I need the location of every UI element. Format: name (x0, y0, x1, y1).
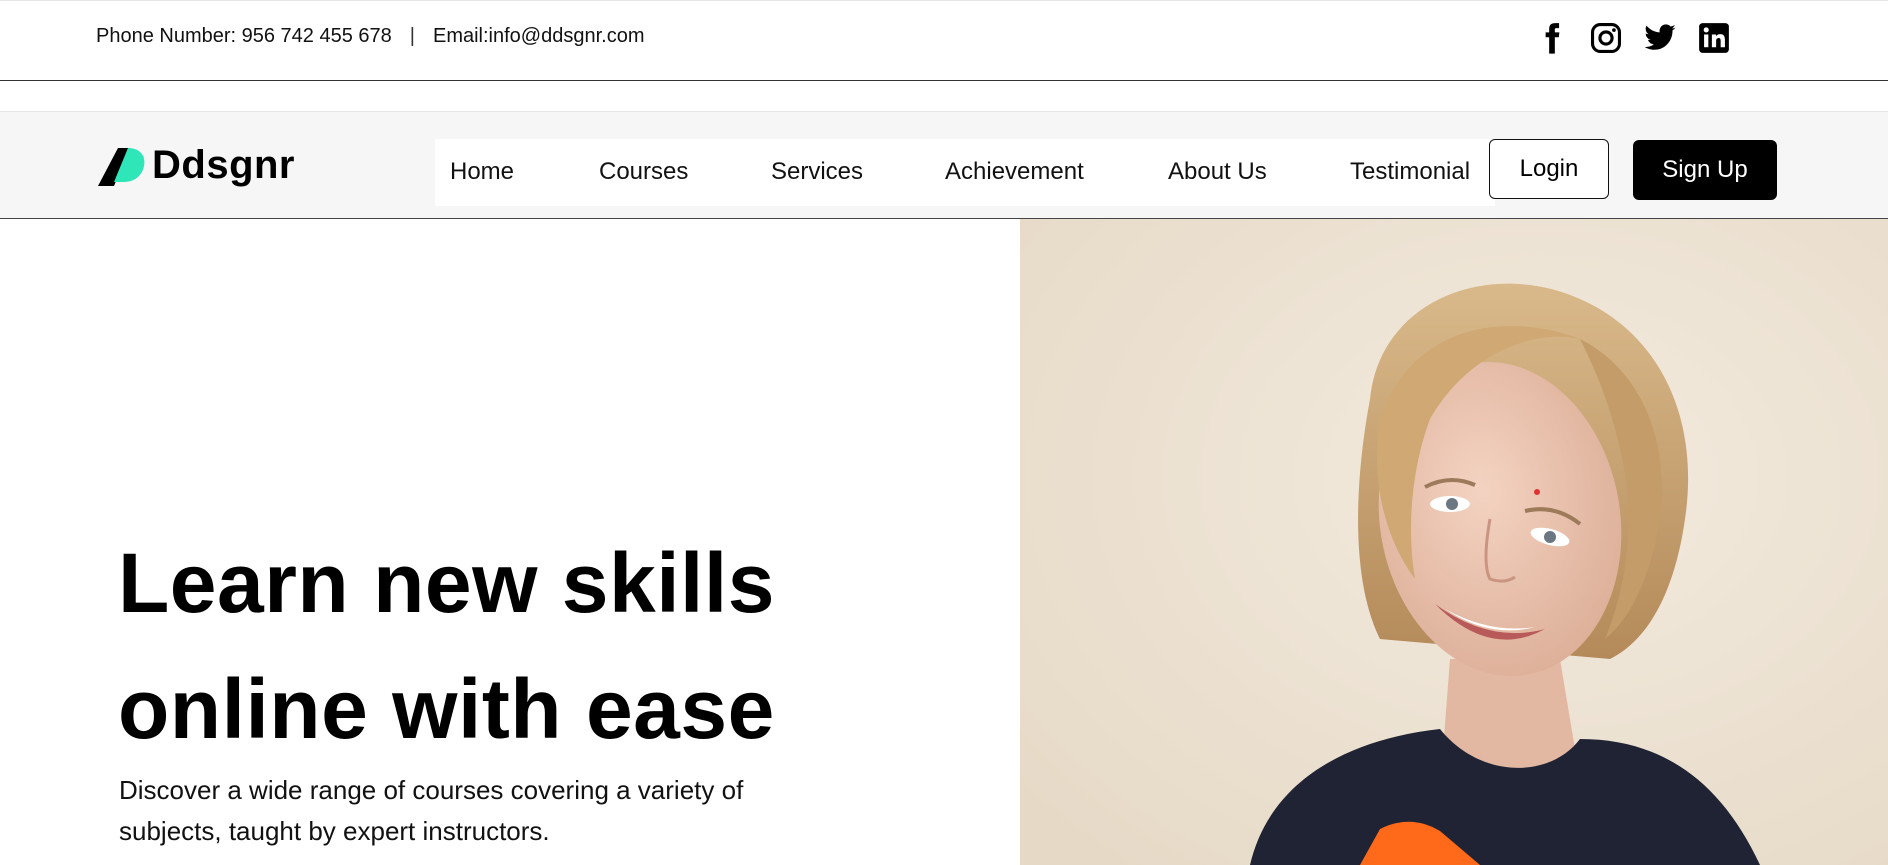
facebook-icon[interactable] (1533, 19, 1571, 57)
hero-photo (1020, 219, 1888, 865)
brand-logo[interactable]: Ddsgnr (96, 142, 295, 188)
brand-name: Ddsgnr (152, 142, 295, 187)
linkedin-icon[interactable] (1695, 19, 1733, 57)
signup-button[interactable]: Sign Up (1633, 140, 1777, 200)
nav-menu: Home Courses Services Achievement About … (435, 139, 1495, 206)
hero-subtitle: Discover a wide range of courses coverin… (119, 775, 744, 846)
login-button[interactable]: Login (1489, 139, 1609, 199)
contact-info: Phone Number: 956 742 455 678 | Email:in… (96, 25, 645, 48)
phone-number: Phone Number: 956 742 455 678 (96, 25, 392, 47)
hero-title: Learn new skills online with ease (118, 520, 775, 772)
email-address[interactable]: Email:info@ddsgnr.com (433, 25, 645, 48)
nav-item-courses[interactable]: Courses (599, 158, 688, 186)
nav-item-about-us[interactable]: About Us (1168, 158, 1267, 186)
social-links (1533, 19, 1749, 57)
nav-item-testimonial[interactable]: Testimonial (1350, 158, 1470, 186)
nav-item-services[interactable]: Services (771, 158, 863, 186)
contact-separator: | (409, 25, 415, 47)
main-navbar: Ddsgnr Home Courses Services Achievement… (0, 111, 1888, 219)
hero-title-line-2: online with ease (118, 662, 775, 756)
nav-item-home[interactable]: Home (450, 158, 514, 186)
hero-title-line-1: Learn new skills (118, 536, 775, 630)
instagram-icon[interactable] (1587, 19, 1625, 57)
twitter-icon[interactable] (1641, 19, 1679, 57)
logo-mark-icon (98, 148, 145, 186)
nav-item-achievement[interactable]: Achievement (945, 158, 1084, 186)
top-info-bar: Phone Number: 956 742 455 678 | Email:in… (0, 0, 1888, 81)
